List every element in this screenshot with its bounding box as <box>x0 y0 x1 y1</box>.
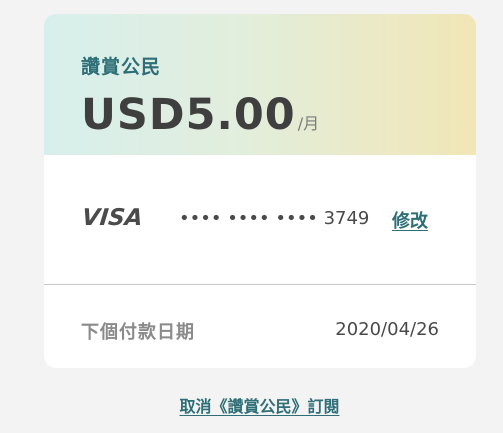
price-period: /月 <box>297 114 320 133</box>
card-number: •••• •••• •••• 3749 <box>179 208 370 229</box>
next-payment-label: 下個付款日期 <box>81 322 195 343</box>
edit-payment-link[interactable]: 修改 <box>392 207 428 233</box>
next-payment-date: 2020/04/26 <box>335 319 439 340</box>
price-amount: USD5.00 <box>81 90 296 140</box>
payment-method-row: VISA •••• •••• •••• 3749 修改 <box>44 155 476 284</box>
plan-header: 讚賞公民 USD5.00/月 <box>44 14 476 155</box>
plan-name: 讚賞公民 <box>81 56 162 78</box>
visa-logo-icon: VISA <box>80 205 145 231</box>
subscription-card: 讚賞公民 USD5.00/月 VISA •••• •••• •••• 3749 … <box>44 14 476 368</box>
plan-price: USD5.00/月 <box>81 90 319 140</box>
cancel-subscription-link[interactable]: 取消《讚賞公民》訂閱 <box>0 393 503 417</box>
next-payment-row: 下個付款日期 2020/04/26 <box>44 285 476 368</box>
